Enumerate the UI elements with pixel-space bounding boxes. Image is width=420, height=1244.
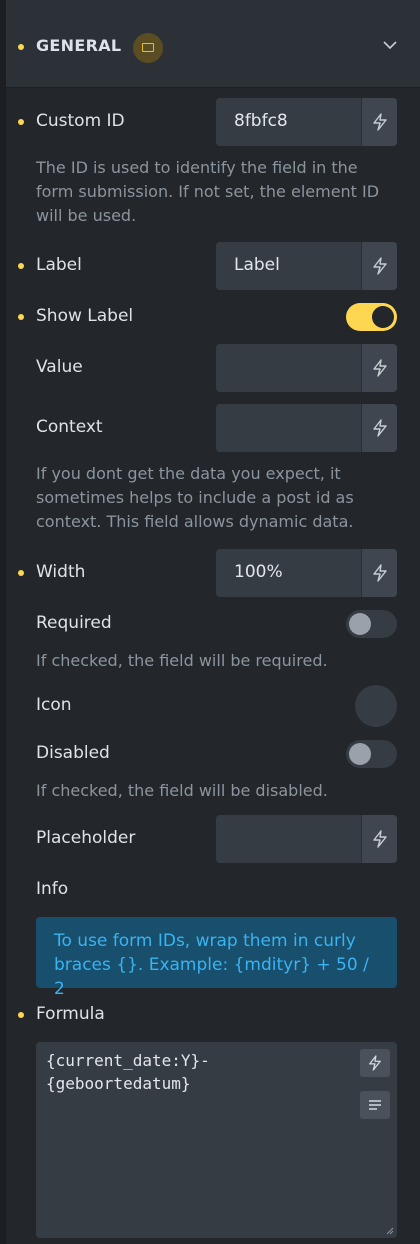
width-input[interactable]: 100%	[216, 549, 397, 597]
dynamic-data-button[interactable]	[360, 1049, 390, 1077]
disabled-toggle[interactable]	[346, 740, 397, 768]
changed-indicator	[18, 1012, 24, 1018]
label-value[interactable]: Label	[234, 255, 280, 275]
disabled-help: If checked, the field will be disabled.	[36, 781, 328, 800]
label-input[interactable]: Label	[216, 242, 397, 290]
dynamic-data-button[interactable]	[361, 98, 397, 146]
bolt-icon	[372, 359, 387, 377]
bolt-icon	[372, 419, 387, 437]
value-input[interactable]	[216, 344, 397, 392]
required-label: Required	[36, 613, 112, 633]
dynamic-data-button[interactable]	[361, 549, 397, 597]
width-value[interactable]: 100%	[234, 562, 283, 582]
placeholder-input[interactable]	[216, 815, 397, 863]
bolt-icon	[372, 113, 387, 131]
show-label-toggle[interactable]	[346, 303, 397, 331]
changed-indicator	[18, 263, 24, 269]
changed-indicator	[18, 119, 24, 125]
label-field-label: Label	[36, 255, 82, 275]
custom-id-value[interactable]: 8fbfc8	[234, 111, 288, 131]
required-toggle[interactable]	[346, 610, 397, 638]
bolt-icon	[369, 1055, 381, 1071]
context-input[interactable]	[216, 404, 397, 452]
section-header-general[interactable]: GENERAL	[6, 0, 420, 88]
context-help: If you dont get the data you expect, it …	[36, 464, 354, 531]
custom-id-help: The ID is used to identify the field in …	[36, 158, 380, 225]
breakpoint-badge	[133, 33, 163, 63]
format-button[interactable]	[360, 1091, 390, 1119]
icon-label: Icon	[36, 695, 72, 715]
value-label: Value	[36, 357, 83, 377]
section-title: GENERAL	[36, 36, 122, 55]
placeholder-label: Placeholder	[36, 828, 136, 848]
changed-indicator	[18, 44, 24, 50]
panel-edge	[0, 0, 6, 1244]
disabled-label: Disabled	[36, 743, 110, 763]
toggle-knob	[372, 306, 394, 328]
toggle-knob	[349, 743, 371, 765]
info-label: Info	[36, 879, 69, 899]
info-box: To use form IDs, wrap them in curly brac…	[36, 917, 397, 999]
show-label-label: Show Label	[36, 306, 134, 326]
formula-label: Formula	[36, 1004, 105, 1024]
formula-textarea[interactable]: {current_date:Y}- {geboortedatum}	[36, 1042, 397, 1238]
lines-icon	[369, 1100, 381, 1110]
bolt-icon	[372, 564, 387, 582]
bolt-icon	[372, 257, 387, 275]
custom-id-label: Custom ID	[36, 111, 125, 131]
toggle-knob	[349, 613, 371, 635]
dynamic-data-button[interactable]	[361, 344, 397, 392]
info-text: To use form IDs, wrap them in curly brac…	[54, 931, 369, 999]
custom-id-input[interactable]: 8fbfc8	[216, 98, 397, 146]
required-help: If checked, the field will be required.	[36, 651, 328, 670]
context-label: Context	[36, 417, 103, 437]
width-label: Width	[36, 562, 86, 582]
formula-value[interactable]: {current_date:Y}- {geboortedatum}	[46, 1049, 356, 1095]
changed-indicator	[18, 570, 24, 576]
dynamic-data-button[interactable]	[361, 242, 397, 290]
element-settings-panel: GENERAL Custom ID 8fbfc8 The ID is used …	[0, 0, 420, 1244]
chevron-down-icon[interactable]	[383, 38, 397, 52]
screen-icon	[142, 43, 154, 52]
resize-handle-icon[interactable]	[384, 1225, 394, 1235]
changed-indicator	[18, 314, 24, 320]
icon-picker-button[interactable]	[355, 685, 397, 727]
bolt-icon	[372, 830, 387, 848]
dynamic-data-button[interactable]	[361, 815, 397, 863]
dynamic-data-button[interactable]	[361, 404, 397, 452]
